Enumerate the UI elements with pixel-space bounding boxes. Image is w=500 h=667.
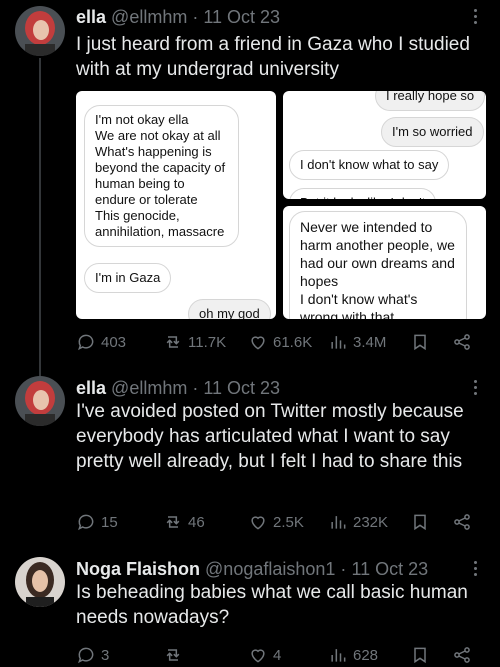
- share-icon: [454, 334, 470, 350]
- media-image-1[interactable]: I'm not okay ella We are not okay at all…: [76, 91, 276, 319]
- display-name[interactable]: ella: [76, 7, 106, 27]
- retweet-icon: [166, 649, 180, 661]
- reply-button[interactable]: 403: [76, 330, 126, 354]
- chat-bubble: Never we intended to harm another people…: [289, 211, 467, 319]
- views-icon: [331, 336, 346, 349]
- retweet-button[interactable]: [163, 643, 188, 667]
- bookmark-button[interactable]: [410, 510, 430, 534]
- like-count: 61.6K: [273, 333, 313, 351]
- views-icon: [331, 516, 346, 529]
- chat-bubble: But it looks like I don't: [289, 188, 437, 199]
- avatar[interactable]: [15, 6, 65, 56]
- separator-dot: ·: [192, 7, 199, 27]
- reply-icon: [78, 514, 94, 531]
- like-count: 2.5K: [273, 513, 304, 531]
- separator-dot: ·: [340, 559, 347, 579]
- retweet-button[interactable]: 11.7K: [163, 330, 226, 354]
- separator-dot: ·: [192, 378, 199, 398]
- tweet-text: Is beheading babies what we call basic h…: [76, 582, 468, 628]
- tweet-text: I've avoided posted on Twitter mostly be…: [76, 401, 464, 472]
- like-button[interactable]: 4: [248, 643, 281, 667]
- bookmark-icon: [414, 334, 426, 351]
- timestamp[interactable]: 11 Oct 23: [351, 559, 428, 579]
- bookmark-button[interactable]: [410, 330, 430, 354]
- retweet-count: 46: [188, 513, 205, 531]
- more-icon[interactable]: [474, 380, 478, 398]
- retweet-icon: [166, 516, 180, 528]
- views-button[interactable]: 3.4M: [328, 330, 386, 354]
- chat-bubble: I'm in Gaza: [84, 263, 172, 293]
- tweet-actions: 3 4 628: [76, 643, 484, 667]
- like-icon: [251, 516, 265, 530]
- reply-count: 15: [101, 513, 118, 531]
- bookmark-icon: [414, 514, 426, 531]
- reply-icon: [78, 647, 94, 664]
- reply-button[interactable]: 3: [76, 643, 109, 667]
- reply-count: 3: [101, 646, 110, 664]
- tweet-actions: 403 11.7K 61.6K 3.4M: [76, 330, 484, 354]
- timestamp[interactable]: 11 Oct 23: [203, 7, 280, 27]
- user-handle[interactable]: @ellmhm: [111, 378, 187, 398]
- tweet-header: Noga Flaishon @nogaflaishon1 · 11 Oct 23: [76, 557, 470, 581]
- retweet-button[interactable]: 46: [163, 510, 205, 534]
- view-count: 3.4M: [353, 333, 387, 351]
- view-count: 628: [353, 646, 379, 664]
- chat-bubble: I'm not okay ella We are not okay at all…: [84, 105, 239, 247]
- media-image-2[interactable]: I really hope so I'm so worried I don't …: [283, 91, 486, 199]
- chat-bubble: oh my god: [188, 299, 271, 319]
- bookmark-button[interactable]: [410, 643, 430, 667]
- like-icon: [251, 336, 265, 350]
- timestamp[interactable]: 11 Oct 23: [203, 378, 280, 398]
- user-handle[interactable]: @ellmhm: [111, 7, 187, 27]
- chat-bubble: I'm so worried: [381, 117, 484, 147]
- media-image-3[interactable]: Never we intended to harm another people…: [283, 206, 486, 319]
- reply-count: 403: [101, 333, 127, 351]
- chat-bubble: I really hope so: [375, 91, 486, 111]
- more-icon[interactable]: [474, 9, 478, 27]
- views-icon: [331, 649, 346, 662]
- views-button[interactable]: 628: [328, 643, 378, 667]
- tweet-header: ella @ellmhm · 11 Oct 23: [76, 376, 470, 400]
- share-button[interactable]: [452, 510, 472, 534]
- like-count: 4: [273, 646, 282, 664]
- display-name[interactable]: Noga Flaishon: [76, 559, 200, 579]
- chat-bubble: I don't know what to say: [289, 150, 450, 180]
- display-name[interactable]: ella: [76, 378, 106, 398]
- like-button[interactable]: 61.6K: [248, 330, 312, 354]
- user-handle[interactable]: @nogaflaishon1: [205, 559, 335, 579]
- share-icon: [454, 514, 470, 530]
- media-grid[interactable]: I'm not okay ella We are not okay at all…: [76, 91, 486, 319]
- tweet-1[interactable]: ella @ellmhm · 11 Oct 23 I just heard fr…: [0, 3, 500, 358]
- share-button[interactable]: [452, 330, 472, 354]
- share-button[interactable]: [452, 643, 472, 667]
- tweet-text: I just heard from a friend in Gaza who I…: [76, 34, 470, 80]
- reply-button[interactable]: 15: [76, 510, 118, 534]
- tweet-header: ella @ellmhm · 11 Oct 23: [76, 5, 470, 29]
- tweet-2[interactable]: ella @ellmhm · 11 Oct 23 I've avoided po…: [0, 374, 500, 544]
- avatar[interactable]: [15, 376, 65, 426]
- tweet-3[interactable]: Noga Flaishon @nogaflaishon1 · 11 Oct 23…: [0, 555, 500, 667]
- tweet-actions: 15 46 2.5K 232K: [76, 510, 484, 534]
- view-count: 232K: [353, 513, 389, 531]
- reply-icon: [78, 334, 94, 351]
- share-icon: [454, 647, 470, 663]
- retweet-count: 11.7K: [188, 333, 227, 351]
- views-button[interactable]: 232K: [328, 510, 388, 534]
- bookmark-icon: [414, 647, 426, 664]
- retweet-icon: [166, 336, 180, 348]
- like-icon: [251, 649, 265, 663]
- more-icon[interactable]: [474, 561, 478, 579]
- like-button[interactable]: 2.5K: [248, 510, 304, 534]
- avatar[interactable]: [15, 557, 65, 607]
